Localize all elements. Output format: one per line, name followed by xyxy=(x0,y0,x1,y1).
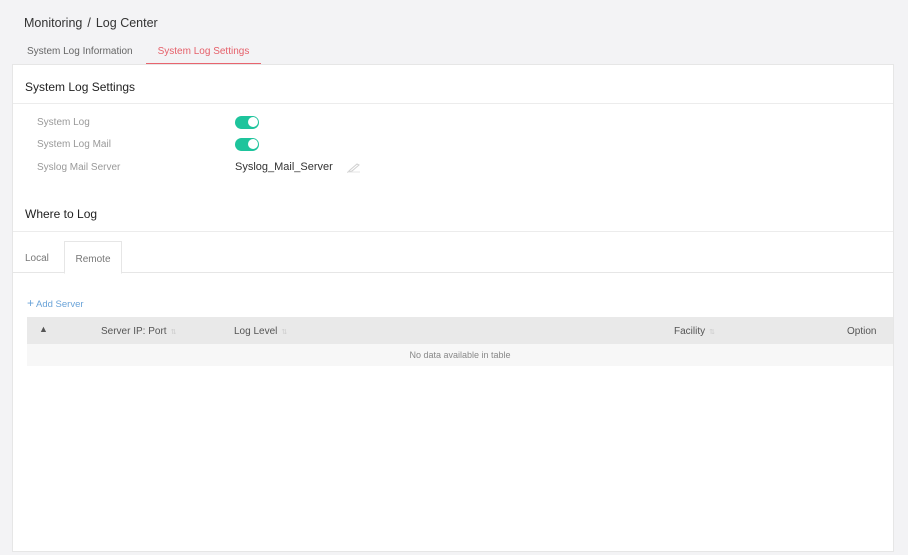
caret-up-icon[interactable]: ▲ xyxy=(39,324,48,334)
top-tabs: System Log Information System Log Settin… xyxy=(18,40,262,64)
system-log-label: System Log xyxy=(37,116,90,128)
breadcrumb-current: Log Center xyxy=(95,16,158,30)
toggle-knob xyxy=(247,117,258,127)
setting-row-syslog-mail-server: Syslog Mail Server Syslog_Mail_Server xyxy=(37,159,361,175)
divider xyxy=(13,103,893,104)
syslog-mail-server-label: Syslog Mail Server xyxy=(37,161,121,173)
tab-system-log-information[interactable]: System Log Information xyxy=(18,40,142,64)
table-header: ▲ Server IP: Port ⇅ Log Level ⇅ Facility ⇅ … xyxy=(27,317,893,344)
breadcrumb-separator: / xyxy=(87,16,91,30)
breadcrumb: Monitoring / Log Center xyxy=(24,16,158,30)
toggle-knob xyxy=(247,139,258,149)
breadcrumb-parent[interactable]: Monitoring xyxy=(24,16,82,30)
column-header-log-level[interactable]: Log Level ⇅ xyxy=(234,326,287,337)
column-header-facility[interactable]: Facility ⇅ xyxy=(674,326,715,337)
column-label: Server IP: Port xyxy=(101,326,167,337)
table-empty-row: No data available in table xyxy=(27,344,893,366)
add-server-label: Add Server xyxy=(36,299,84,310)
sort-icon: ⇅ xyxy=(170,329,177,336)
system-log-mail-label: System Log Mail xyxy=(37,138,111,150)
syslog-mail-server-value: Syslog_Mail_Server xyxy=(235,161,333,173)
setting-row-system-log: System Log xyxy=(37,114,259,130)
tab-remote[interactable]: Remote xyxy=(64,241,122,274)
where-to-log-title: Where to Log xyxy=(25,207,98,221)
settings-panel: System Log Settings System Log System Lo… xyxy=(12,64,894,552)
divider xyxy=(13,231,893,232)
column-label: Facility xyxy=(674,326,706,337)
sort-icon: ⇅ xyxy=(281,329,288,336)
system-log-mail-toggle[interactable] xyxy=(235,137,259,151)
column-header-option: Option xyxy=(847,326,877,337)
edit-icon[interactable] xyxy=(346,162,361,173)
column-label: Log Level xyxy=(234,326,278,337)
add-server-button[interactable]: + Add Server xyxy=(27,296,84,310)
system-log-settings-title: System Log Settings xyxy=(25,80,136,94)
plus-icon: + xyxy=(27,296,35,310)
tab-local[interactable]: Local xyxy=(25,241,49,273)
system-log-toggle[interactable] xyxy=(235,115,259,129)
setting-row-system-log-mail: System Log Mail xyxy=(37,136,259,152)
column-header-server-ip-port[interactable]: Server IP: Port ⇅ xyxy=(101,326,176,337)
sort-icon: ⇅ xyxy=(709,329,715,336)
tab-system-log-settings[interactable]: System Log Settings xyxy=(145,40,262,64)
where-to-log-tabs: Local Remote xyxy=(13,241,893,274)
